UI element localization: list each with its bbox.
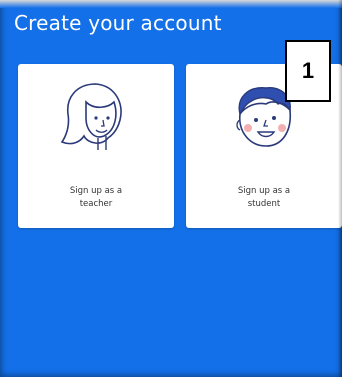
teacher-face-icon [60, 83, 122, 150]
teacher-option-label: Sign up as a teacher [69, 186, 123, 209]
right-edge-shadow [338, 0, 342, 377]
signup-screen: Create your account Sign up as a teacher [0, 0, 342, 377]
page-title: Create your account [14, 11, 222, 35]
top-shadow [0, 0, 342, 8]
annotation-badge: 1 [285, 40, 331, 102]
student-option-label: Sign up as a student [237, 186, 291, 209]
signup-teacher-card[interactable]: Sign up as a teacher [18, 64, 174, 228]
